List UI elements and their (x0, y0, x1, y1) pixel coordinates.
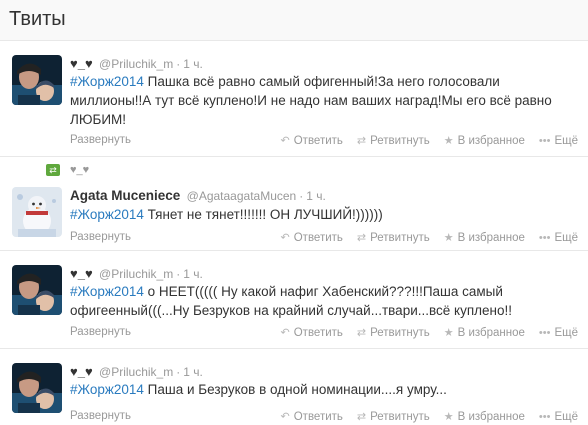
username[interactable]: @Priluchik_m (99, 365, 173, 379)
tweet-header: Agata Muceniece @AgataagataMucen · 1 ч. (70, 188, 326, 203)
reply-button[interactable]: ↶ Ответить (281, 231, 343, 244)
retweet-icon: ⇄ (356, 411, 367, 423)
avatar[interactable] (12, 187, 62, 237)
avatar[interactable] (12, 363, 62, 413)
retweet-button[interactable]: ⇄ Ретвитнуть (357, 134, 430, 147)
expand-link[interactable]: Развернуть (70, 134, 131, 146)
fullname[interactable]: ♥_♥ (70, 266, 93, 281)
tweet-actions: ↶ Ответить ⇄ Ретвитнуть ★ В избранное ••• Ещё (267, 231, 578, 244)
username[interactable]: @Priluchik_m (99, 57, 173, 71)
reply-icon: ↶ (280, 327, 290, 339)
expand-link[interactable]: Развернуть (70, 410, 131, 422)
tweet-item[interactable]: ♥_♥ @Priluchik_m · 1 ч. #Жорж2014 о НЕЕТ((… (0, 251, 588, 349)
favorite-button[interactable]: ★ В избранное (444, 410, 525, 423)
hashtag-link[interactable]: #Жорж2014 (70, 382, 144, 397)
reply-icon: ↶ (280, 232, 290, 244)
fullname[interactable]: ♥_♥ (70, 364, 93, 379)
more-button[interactable]: ••• Ещё (539, 232, 578, 244)
more-icon: ••• (538, 135, 551, 147)
tweet-actions: ↶ Ответить ⇄ Ретвитнуть ★ В избранное ••• Ещё (267, 410, 578, 423)
star-icon: ★ (443, 411, 454, 423)
retweet-icon: ⇄ (356, 135, 367, 147)
tweet-item[interactable]: ♥_♥ @Priluchik_m · 1 ч. #Жорж2014 Паша и Б… (0, 349, 588, 425)
tweet-header: ♥_♥ @Priluchik_m · 1 ч. (70, 56, 203, 71)
reply-button[interactable]: ↶ Ответить (281, 326, 343, 339)
favorite-button[interactable]: ★ В избранное (444, 326, 525, 339)
tweet-item[interactable]: ♥_♥ @Priluchik_m · 1 ч. #Жорж2014 Пашка вс… (0, 41, 588, 157)
separator-dot: · (176, 267, 181, 281)
more-button[interactable]: ••• Ещё (539, 135, 578, 147)
hashtag-link[interactable]: #Жорж2014 (70, 284, 144, 299)
timestamp[interactable]: 1 ч. (183, 365, 203, 379)
reply-icon: ↶ (280, 135, 290, 147)
star-icon: ★ (443, 327, 454, 339)
tweet-actions: ↶ Ответить ⇄ Ретвитнуть ★ В избранное ••• Ещё (267, 326, 578, 339)
tweet-actions: ↶ Ответить ⇄ Ретвитнуть ★ В избранное ••• Ещё (267, 134, 578, 147)
timestamp[interactable]: 1 ч. (183, 57, 203, 71)
fullname[interactable]: ♥_♥ (70, 56, 93, 71)
timestamp[interactable]: 1 ч. (306, 189, 326, 203)
star-icon: ★ (443, 232, 454, 244)
tweet-item[interactable]: ⇄ ♥_♥ Agata Muceniece @AgataagataMucen · 1 … (0, 157, 588, 251)
more-icon: ••• (538, 411, 551, 423)
tweet-body: Паша и Безруков в одной номинации....я у… (143, 382, 447, 397)
more-icon: ••• (538, 327, 551, 339)
avatar[interactable] (12, 55, 62, 105)
expand-link[interactable]: Развернуть (70, 326, 131, 338)
separator-dot: · (176, 365, 181, 379)
avatar[interactable] (12, 265, 62, 315)
more-button[interactable]: ••• Ещё (539, 411, 578, 423)
fullname[interactable]: Agata Muceniece (70, 188, 180, 203)
reply-icon: ↶ (280, 411, 290, 423)
reply-button[interactable]: ↶ Ответить (281, 134, 343, 147)
more-button[interactable]: ••• Ещё (539, 327, 578, 339)
username[interactable]: @Priluchik_m (99, 267, 173, 281)
tweet-header: ♥_♥ @Priluchik_m · 1 ч. (70, 266, 203, 281)
retweet-button[interactable]: ⇄ Ретвитнуть (357, 410, 430, 423)
retweet-button[interactable]: ⇄ Ретвитнуть (357, 231, 430, 244)
tweet-body: Тянет не тянет!!!!!!! ОН ЛУЧШИЙ!)))))) (143, 207, 383, 222)
page-title: Твиты (9, 8, 66, 30)
tweet-text: #Жорж2014 Паша и Безруков в одной номина… (70, 380, 570, 399)
retweet-icon: ⇄ (356, 327, 367, 339)
retweet-icon: ⇄ (356, 232, 367, 244)
tweet-text: #Жорж2014 о НЕЕТ((((( Ну какой нафиг Хаб… (70, 282, 570, 320)
more-icon: ••• (538, 232, 551, 244)
retweeter-name[interactable]: ♥_♥ (70, 164, 89, 176)
star-icon: ★ (443, 135, 454, 147)
favorite-button[interactable]: ★ В избранное (444, 134, 525, 147)
tweet-header: ♥_♥ @Priluchik_m · 1 ч. (70, 364, 203, 379)
username[interactable]: @AgataagataMucen (187, 189, 297, 203)
tweet-text: #Жорж2014 Пашка всё равно самый офигенны… (70, 72, 570, 129)
expand-link[interactable]: Развернуть (70, 231, 131, 243)
stream-header: Твиты (0, 0, 588, 41)
separator-dot: · (299, 189, 304, 203)
retweet-context: ⇄ ♥_♥ (46, 164, 89, 177)
hashtag-link[interactable]: #Жорж2014 (70, 74, 144, 89)
retweet-button[interactable]: ⇄ Ретвитнуть (357, 326, 430, 339)
tweet-text: #Жорж2014 Тянет не тянет!!!!!!! ОН ЛУЧШИ… (70, 205, 570, 224)
favorite-button[interactable]: ★ В избранное (444, 231, 525, 244)
reply-button[interactable]: ↶ Ответить (281, 410, 343, 423)
timestamp[interactable]: 1 ч. (183, 267, 203, 281)
retweet-icon: ⇄ (46, 164, 60, 177)
hashtag-link[interactable]: #Жорж2014 (70, 207, 144, 222)
separator-dot: · (176, 57, 181, 71)
